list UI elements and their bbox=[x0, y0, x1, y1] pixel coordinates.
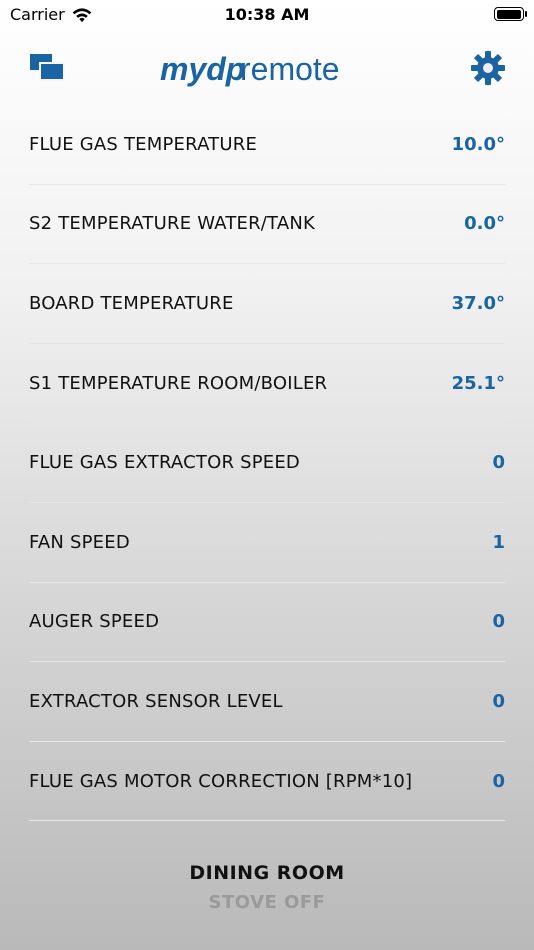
list-item[interactable]: S2 TEMPERATURE WATER/TANK 0.0° bbox=[29, 185, 505, 265]
row-label: FLUE GAS TEMPERATURE bbox=[29, 133, 258, 155]
row-label: FLUE GAS MOTOR CORRECTION [RPM*10] bbox=[29, 770, 413, 792]
app-header: mydp remote bbox=[0, 42, 534, 94]
room-name: DINING ROOM bbox=[189, 862, 345, 884]
row-value: 0 bbox=[492, 690, 505, 712]
status-bar: Carrier 10:38 AM bbox=[0, 0, 534, 30]
row-label: BOARD TEMPERATURE bbox=[29, 292, 234, 314]
row-label: S1 TEMPERATURE ROOM/BOILER bbox=[29, 372, 328, 394]
row-label: AUGER SPEED bbox=[29, 611, 160, 633]
battery-icon bbox=[494, 7, 527, 21]
logo-text-primary: mydp bbox=[160, 51, 245, 87]
parameter-list: FLUE GAS TEMPERATURE 10.0° S2 TEMPERATUR… bbox=[29, 105, 505, 822]
clock: 10:38 AM bbox=[224, 5, 310, 24]
row-value: 0.0° bbox=[464, 213, 505, 235]
stove-status: STOVE OFF bbox=[208, 892, 326, 913]
logo-text-secondary: remote bbox=[240, 51, 340, 87]
row-value: 1 bbox=[492, 531, 505, 553]
list-item[interactable]: S1 TEMPERATURE ROOM/BOILER 25.1° bbox=[29, 344, 505, 424]
list-item[interactable]: FAN SPEED 1 bbox=[29, 503, 505, 583]
row-value: 10.0° bbox=[451, 133, 505, 155]
row-value: 0 bbox=[492, 452, 505, 474]
row-value: 0 bbox=[492, 611, 505, 633]
gear-icon[interactable] bbox=[470, 50, 506, 86]
list-item[interactable]: EXTRACTOR SENSOR LEVEL 0 bbox=[29, 662, 505, 742]
row-value: 37.0° bbox=[451, 292, 505, 314]
row-label: EXTRACTOR SENSOR LEVEL bbox=[29, 690, 283, 712]
row-label: FAN SPEED bbox=[29, 531, 130, 553]
app-logo: mydp remote bbox=[160, 51, 340, 87]
row-label: FLUE GAS EXTRACTOR SPEED bbox=[29, 452, 300, 474]
row-value: 0 bbox=[492, 770, 505, 792]
row-label: S2 TEMPERATURE WATER/TANK bbox=[29, 213, 316, 235]
list-item[interactable]: FLUE GAS MOTOR CORRECTION [RPM*10] 0 bbox=[29, 742, 505, 822]
row-value: 25.1° bbox=[451, 372, 505, 394]
list-item[interactable]: AUGER SPEED 0 bbox=[29, 583, 505, 663]
device-footer: DINING ROOM STOVE OFF bbox=[0, 862, 534, 913]
list-item[interactable]: BOARD TEMPERATURE 37.0° bbox=[29, 264, 505, 344]
list-item[interactable]: FLUE GAS EXTRACTOR SPEED 0 bbox=[29, 423, 505, 503]
list-item[interactable]: FLUE GAS TEMPERATURE 10.0° bbox=[29, 105, 505, 185]
windows-icon[interactable] bbox=[28, 52, 66, 82]
